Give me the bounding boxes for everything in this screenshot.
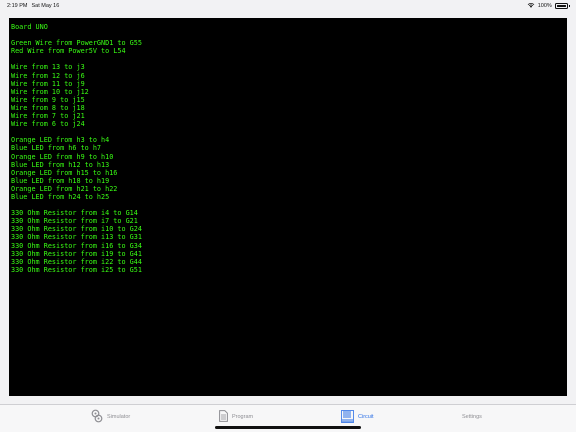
console-line: Orange LED from h15 to h16 <box>11 168 118 177</box>
tab-simulator-label: Simulator <box>107 414 131 420</box>
console-line: Wire from 11 to j9 <box>11 79 85 88</box>
document-icon <box>219 410 228 424</box>
console-line: Blue LED from h12 to h13 <box>11 160 110 169</box>
status-time: 2:19 PM <box>7 3 28 9</box>
status-time-date: 2:19 PM Sat May 16 <box>7 3 59 9</box>
status-indicators: 100% <box>527 2 570 10</box>
status-date: Sat May 16 <box>31 3 60 9</box>
wifi-icon <box>527 2 535 10</box>
circuit-icon <box>341 409 354 425</box>
console-line: Orange LED from h3 to h4 <box>11 136 110 145</box>
console-line: Wire from 13 to j3 <box>11 63 85 72</box>
tab-circuit[interactable]: Circuit <box>341 409 374 425</box>
console-line: 330 Ohm Resistor from i10 to G24 <box>11 225 142 234</box>
console-line: Wire from 7 to j21 <box>11 112 85 121</box>
console-line: 330 Ohm Resistor from i19 to G41 <box>11 249 142 258</box>
console-line: Wire from 8 to j18 <box>11 103 85 112</box>
console-line: Green Wire from PowerGND1 to G55 <box>11 39 142 48</box>
console-line: Blue LED from h6 to h7 <box>11 144 102 153</box>
simulator-icon <box>91 409 103 425</box>
console-line: 330 Ohm Resistor from i4 to G14 <box>11 209 138 218</box>
console-line: Board UNO <box>11 23 48 31</box>
tab-settings-label: Settings <box>462 414 482 420</box>
tab-program[interactable]: Program <box>219 409 253 425</box>
tab-circuit-label: Circuit <box>358 414 374 420</box>
console-line: Blue LED from h18 to h19 <box>11 176 110 185</box>
console-line: 330 Ohm Resistor from i7 to G21 <box>11 217 138 226</box>
console-line: 330 Ohm Resistor from i25 to G51 <box>11 265 142 274</box>
console-line: Blue LED from h24 to h25 <box>11 192 110 201</box>
tab-program-label: Program <box>232 414 254 420</box>
tab-settings[interactable]: Settings <box>462 409 482 425</box>
tab-simulator[interactable]: Simulator <box>91 409 130 425</box>
console-line: Wire from 12 to j6 <box>11 71 85 80</box>
console-line: Orange LED from h9 to h10 <box>11 152 114 161</box>
circuit-output-console[interactable]: Board UNO Green Wire from PowerGND1 to G5… <box>9 18 567 396</box>
console-line: 330 Ohm Resistor from i16 to G34 <box>11 241 142 250</box>
battery-tip <box>568 4 570 8</box>
status-bar: 2:19 PM Sat May 16 100% <box>0 0 576 12</box>
console-line: 330 Ohm Resistor from i22 to G44 <box>11 257 142 266</box>
home-indicator[interactable] <box>215 426 361 429</box>
console-line: Wire from 9 to j15 <box>11 95 85 104</box>
battery-icon <box>554 3 568 9</box>
console-line: Orange LED from h21 to h22 <box>11 184 118 193</box>
console-line: Wire from 10 to j12 <box>11 87 89 96</box>
console-line: 330 Ohm Resistor from i13 to G31 <box>11 233 142 242</box>
battery-percent: 100% <box>537 3 552 9</box>
console-line: Red Wire from Power5V to L54 <box>11 47 126 56</box>
console-line: Wire from 6 to j24 <box>11 120 85 129</box>
console-text: Board UNO Green Wire from PowerGND1 to G5… <box>11 23 142 274</box>
